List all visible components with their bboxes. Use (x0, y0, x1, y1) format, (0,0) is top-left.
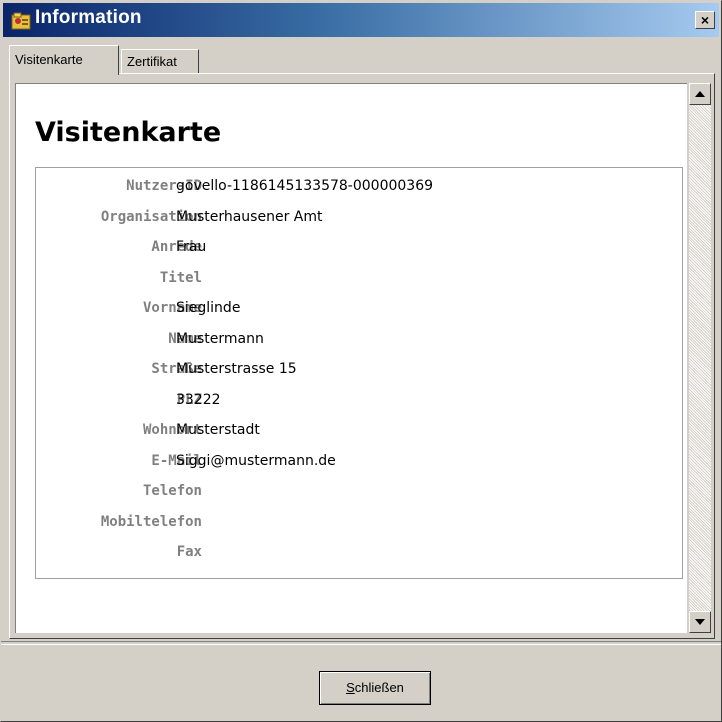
field-value: Musterstadt (176, 422, 260, 438)
card-row: Wohnort Musterstadt (36, 422, 684, 452)
card-row: Name Mustermann (36, 331, 684, 361)
field-label: Titel (159, 269, 202, 286)
field-value: Sieglinde (176, 300, 241, 316)
field-label: Mobiltelefon (100, 513, 202, 530)
close-button[interactable]: Schließen (319, 671, 431, 705)
business-card-table: Nutzer-ID govello-1186145133578-000000369… (35, 167, 683, 579)
card-row: Telefon (36, 483, 684, 513)
tab-visitenkarte[interactable]: Visitenkarte (9, 45, 119, 75)
close-icon[interactable]: × (695, 11, 715, 29)
footer-divider (1, 641, 721, 645)
card-row: Anrede Frau (36, 239, 684, 269)
card-row: Straße Musterstrasse 15 (36, 361, 684, 391)
field-value: Frau (176, 239, 207, 255)
scroll-down-icon[interactable] (689, 611, 711, 633)
field-label: Fax (176, 544, 202, 560)
field-value: govello-1186145133578-000000369 (176, 178, 434, 194)
field-value: Mustermann (176, 330, 264, 347)
field-value: Musterstrasse 15 (176, 361, 297, 377)
page-title: Visitenkarte (35, 117, 222, 148)
scroll-up-icon[interactable] (689, 83, 711, 105)
field-value: Musterhausener Amt (176, 208, 323, 225)
tab-zertifikat[interactable]: Zertifikat (121, 49, 199, 73)
card-row: PLZ 33222 (36, 392, 684, 422)
close-button-label: chließen (354, 680, 404, 695)
card-row: E-Mail Siggi@mustermann.de (36, 453, 684, 483)
field-value: Siggi@mustermann.de (176, 452, 336, 469)
card-row: Nutzer-ID govello-1186145133578-000000369 (36, 178, 684, 208)
app-icon (11, 12, 31, 30)
title-bar[interactable]: Information × (3, 3, 719, 37)
card-row: Fax (36, 544, 684, 574)
card-row: Organisation Musterhausener Amt (36, 209, 684, 239)
field-label: Telefon (142, 483, 202, 499)
field-value: 33222 (176, 391, 221, 408)
window-title: Information (35, 7, 142, 28)
card-row: Vorname Sieglinde (36, 300, 684, 330)
close-button-mnemonic: S (346, 680, 355, 695)
vertical-scrollbar[interactable] (689, 83, 711, 633)
card-row: Titel (36, 270, 684, 300)
card-row: Mobiltelefon (36, 514, 684, 544)
information-dialog: Information × Visitenkarte Zertifikat Vi… (0, 0, 722, 722)
